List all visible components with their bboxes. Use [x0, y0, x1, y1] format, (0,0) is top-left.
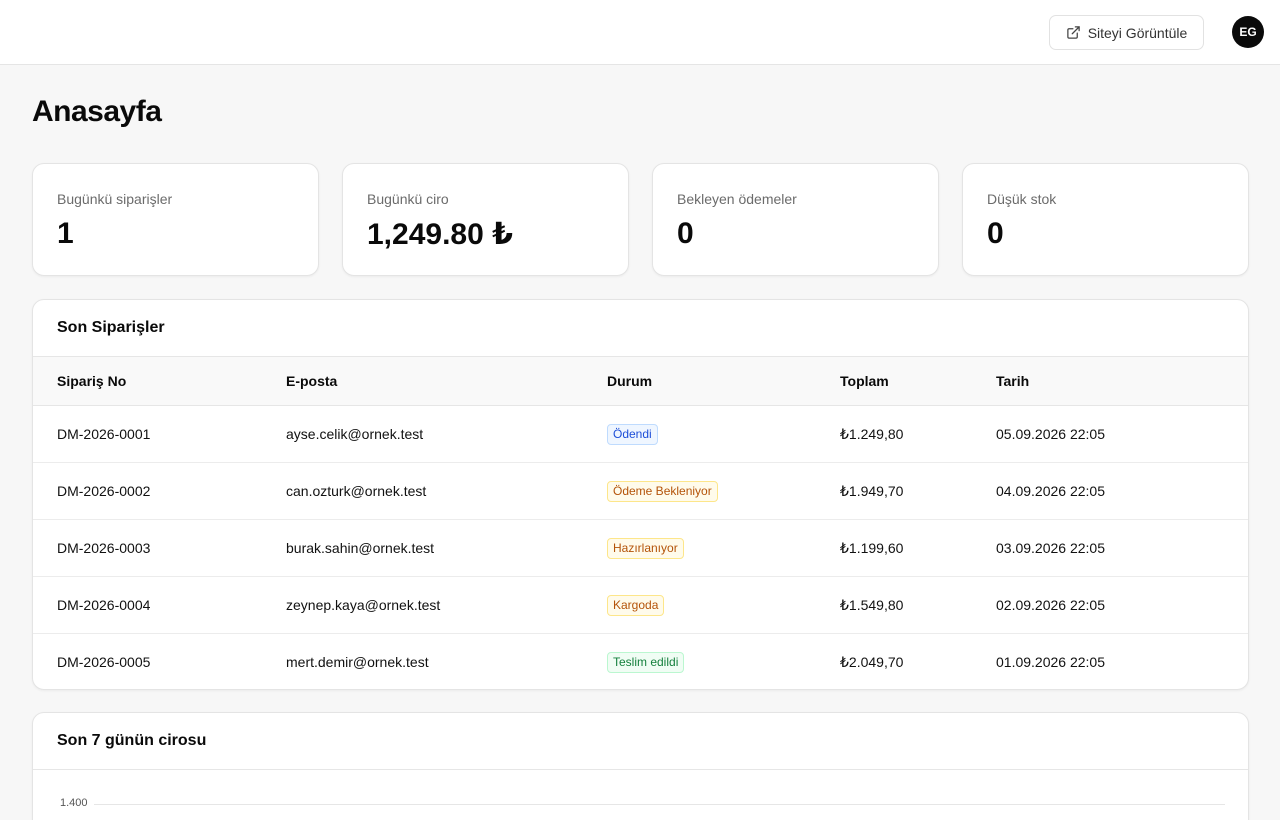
- table-row[interactable]: DM-2026-0005 mert.demir@ornek.test Teslim …: [33, 634, 1248, 690]
- status-badge: Ödeme Bekleniyor: [607, 480, 718, 502]
- date-cell: 02.09.2026 22:05: [996, 576, 1248, 634]
- email-cell: burak.sahin@ornek.test: [286, 519, 607, 577]
- divider: [33, 769, 1248, 770]
- stat-label: Bugünkü ciro: [367, 191, 449, 207]
- view-site-button[interactable]: Siteyi Görüntüle: [1049, 15, 1204, 50]
- table-row[interactable]: DM-2026-0003 burak.sahin@ornek.test Hazırl…: [33, 519, 1248, 577]
- column-header-total: Toplam: [840, 356, 996, 406]
- status-badge: Kargoda: [607, 594, 665, 616]
- status-cell: Ödendi: [607, 405, 840, 463]
- stat-card-today-revenue: Bugünkü ciro 1,249.80 ₺: [342, 163, 629, 276]
- revenue-chart-title: Son 7 günün cirosu: [57, 732, 207, 749]
- status-cell: Kargoda: [607, 576, 840, 634]
- status-cell: Hazırlanıyor: [607, 519, 840, 577]
- date-cell: 01.09.2026 22:05: [996, 654, 1105, 671]
- stat-value: 0: [987, 217, 1004, 250]
- column-header-email: E-posta: [286, 356, 607, 406]
- total-cell: ₺2.049,70: [840, 653, 904, 670]
- order-no-cell: DM-2026-0002: [33, 462, 286, 520]
- user-avatar[interactable]: EG: [1232, 16, 1264, 48]
- column-header-date: Tarih: [996, 356, 1248, 406]
- chart-grid-line: [94, 804, 1225, 805]
- revenue-chart-card: Son 7 günün cirosu 1.400: [32, 712, 1249, 820]
- total-cell: ₺1.949,70: [840, 462, 996, 520]
- email-cell: can.ozturk@ornek.test: [286, 462, 607, 520]
- status-cell: Ödeme Bekleniyor: [607, 462, 840, 520]
- y-axis-tick-label: 1.400: [60, 797, 88, 809]
- external-link-icon: [1066, 26, 1080, 39]
- stat-label: Bugünkü siparişler: [57, 191, 173, 207]
- recent-orders-title: Son Siparişler: [57, 319, 165, 336]
- email-cell: mert.demir@ornek.test: [286, 654, 429, 671]
- table-header-row: Sipariş No E-posta Durum Toplam Tarih: [33, 356, 1248, 406]
- recent-orders-card: Son Siparişler Sipariş No E-posta Durum …: [32, 299, 1249, 690]
- stat-label: Bekleyen ödemeler: [677, 191, 797, 207]
- email-cell: zeynep.kaya@ornek.test: [286, 576, 607, 634]
- stat-label: Düşük stok: [987, 191, 1057, 207]
- order-no-cell: DM-2026-0004: [33, 576, 286, 634]
- date-cell: 05.09.2026 22:05: [996, 405, 1248, 463]
- table-row[interactable]: DM-2026-0002 can.ozturk@ornek.test Ödeme B…: [33, 462, 1248, 520]
- table-row[interactable]: DM-2026-0004 zeynep.kaya@ornek.test Kargod…: [33, 576, 1248, 634]
- view-site-label: Siteyi Görüntüle: [1087, 24, 1188, 41]
- order-no-cell: DM-2026-0005: [57, 654, 151, 671]
- stat-card-pending-payments: Bekleyen ödemeler 0: [652, 163, 939, 276]
- status-cell: Teslim edildi: [607, 634, 840, 690]
- total-cell: ₺1.249,80: [840, 405, 996, 463]
- stat-value: 1: [57, 217, 74, 250]
- stat-card-today-orders: Bugünkü siparişler 1: [32, 163, 319, 276]
- stat-value: 0: [677, 217, 694, 250]
- table-row[interactable]: DM-2026-0001 ayse.celik@ornek.test Ödendi ₺…: [33, 405, 1248, 463]
- email-cell: ayse.celik@ornek.test: [286, 405, 607, 463]
- top-bar: Siteyi Görüntüle EG: [0, 0, 1280, 65]
- stat-card-low-stock: Düşük stok 0: [962, 163, 1249, 276]
- page-title: Anasayfa: [32, 95, 162, 128]
- order-no-cell: DM-2026-0001: [33, 405, 286, 463]
- column-header-status: Durum: [607, 356, 840, 406]
- column-header-order-no: Sipariş No: [33, 356, 286, 406]
- order-no-cell: DM-2026-0003: [33, 519, 286, 577]
- status-badge: Ödendi: [607, 423, 658, 445]
- status-badge: Teslim edildi: [607, 651, 685, 673]
- stat-value: 1,249.80 ₺: [367, 218, 513, 251]
- date-cell: 04.09.2026 22:05: [996, 462, 1248, 520]
- total-cell: ₺1.549,80: [840, 576, 996, 634]
- status-badge: Hazırlanıyor: [607, 537, 684, 559]
- total-cell: ₺1.199,60: [840, 519, 996, 577]
- orders-table: Sipariş No E-posta Durum Toplam Tarih DM…: [33, 356, 1248, 690]
- date-cell: 03.09.2026 22:05: [996, 519, 1248, 577]
